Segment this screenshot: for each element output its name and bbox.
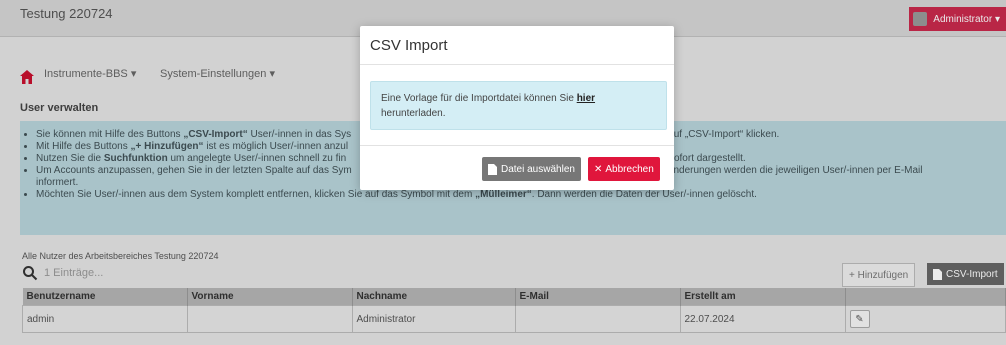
file-icon <box>488 163 497 175</box>
divider <box>360 145 674 146</box>
cancel-button[interactable]: ✕ Abbrechen <box>588 157 660 181</box>
alert-text: Eine Vorlage für die Importdatei können … <box>381 93 577 104</box>
csv-import-modal: CSV Import Eine Vorlage für die Importda… <box>360 26 674 190</box>
modal-info-alert: Eine Vorlage für die Importdatei können … <box>370 81 667 130</box>
modal-title: CSV Import <box>370 37 448 54</box>
choose-file-button[interactable]: Datei auswählen <box>482 157 581 181</box>
divider <box>360 64 674 65</box>
close-icon: ✕ <box>594 163 603 175</box>
template-download-link[interactable]: hier <box>577 93 595 104</box>
alert-text-2: herunterladen. <box>381 108 446 119</box>
